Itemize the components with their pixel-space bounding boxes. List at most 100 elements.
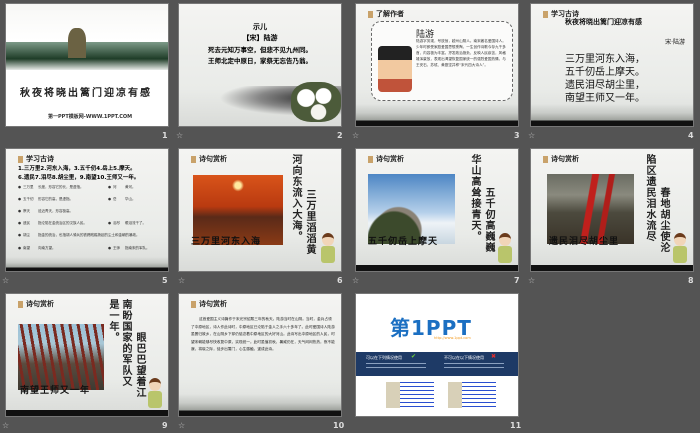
term-def: 迫近青天，形容极高。 <box>38 209 73 213</box>
mountain-peak <box>68 28 86 58</box>
cartoon-boy-image <box>671 233 689 267</box>
slide-number: 11 <box>510 421 522 430</box>
star-icon: ☆ <box>178 421 186 430</box>
slide-caption: 三万里河东入海 <box>191 237 262 247</box>
slide-thumbnail-3[interactable]: 了解作者 陆游 陆游字务观，号放翁，越州山阴人。南宋著名爱国诗人。少年时即受家庭… <box>355 3 519 127</box>
term-row: ● 摩天 迫近青天，形容极高。 <box>18 209 168 221</box>
check-icon: ✔ <box>411 353 417 360</box>
slide-header: 诗句赏析 <box>191 299 227 309</box>
banner-fineprint <box>366 363 426 370</box>
slide-number: 2 <box>337 131 343 140</box>
term: 泪尽 <box>113 221 120 225</box>
slide-thumbnail-7[interactable]: 诗句赏析 五千仞岳上摩天 五千仞高巍巍 华山高耸接青天。 <box>355 148 519 272</box>
term-def: 指沦陷在金统治区的汉族人民。 <box>38 221 87 225</box>
vertical-text: 河向东流入大海。 <box>290 154 301 242</box>
cartoon-boy-image <box>319 233 337 267</box>
poem-author: 宋·陆游 <box>665 39 685 46</box>
banner-fineprint <box>444 363 504 370</box>
army-banners-image <box>18 324 104 390</box>
slide-number: 4 <box>688 131 694 140</box>
ink-ground <box>531 104 693 126</box>
ink-ground <box>356 104 518 126</box>
term: 遗民 <box>23 221 30 225</box>
term-def: 指金的统治，也指胡人骑兵的铁蹄践踏扬起的尘土和金朝的暴政。 <box>38 233 140 237</box>
brand-url: http://www.1ppt.com <box>434 336 471 340</box>
star-icon: ☆ <box>352 131 360 140</box>
vertical-text: 华山高耸接青天。 <box>469 154 480 242</box>
vertical-text: 五千仞高巍巍 <box>483 187 494 253</box>
slide-title: 秋夜将晓出篱门迎凉有感 <box>20 88 152 99</box>
dictation-line: 1.三万里2.河东入海，3.五千仞4.岳上5.摩天。 <box>18 166 136 172</box>
poem-title: 秋夜将晓出篱门迎凉有感 <box>565 18 642 26</box>
slide-header: 诗句赏析 <box>191 154 227 164</box>
slide-number: 6 <box>337 276 343 285</box>
slide-number: 10 <box>333 421 345 430</box>
slide-thumbnail-6[interactable]: 诗句赏析 三万里河东入海 三万里滔滔黄 河向东流入大海。 <box>178 148 342 272</box>
star-icon: ☆ <box>528 131 536 140</box>
term-def: 华山。 <box>125 197 136 201</box>
term-row: ● 胡尘 指金的统治，也指胡人骑兵的铁蹄践踏扬起的尘土和金朝的暴政。 <box>18 233 168 246</box>
slide-thumbnail-1[interactable]: 秋夜将晓出篱门迎凉有感 第一PPT模板网-WWW.1PPT.COM <box>5 3 169 127</box>
qr-code-links <box>448 382 496 408</box>
poem-title: 示儿 <box>253 22 267 31</box>
vertical-text: 南盼国家的军队又 <box>120 299 131 387</box>
term-def: 眼泪流干了。 <box>125 221 146 225</box>
slide-number: 7 <box>514 276 520 285</box>
cannot-use-label: 不可以在以下情况使用 <box>444 355 484 360</box>
ink-ground <box>531 265 693 271</box>
term-row: ● 五千仞 形容它的高，是虚指。 ● 岳华山。 <box>18 197 168 209</box>
usage-banner: 可以在下列情况使用 ✔ 不可以在以下情况使用 ✖ <box>356 352 518 376</box>
author-bio: 陆游字务观，号放翁，越州山阴人。南宋著名爱国诗人。少年时即受家庭爱国思想熏陶，一… <box>416 39 506 67</box>
term: 五千仞 <box>23 197 34 201</box>
vertical-text: 三万里滔滔黄 <box>304 189 315 255</box>
slide-thumbnail-2[interactable]: 示儿 【宋】陆游 死去元知万事空，但悲不见九州同。 王师北定中原日，家祭无忘告乃… <box>178 3 342 127</box>
slide-thumbnail-5[interactable]: 学习古诗 1.三万里2.河东入海，3.五千仞4.岳上5.摩天。 6.遗民7.泪尽… <box>5 148 169 272</box>
star-icon: ☆ <box>176 131 184 140</box>
poem-line: 死去元知万事空，但悲不见九州同。 <box>208 46 312 54</box>
term: 摩天 <box>23 209 30 213</box>
slide-header: 了解作者 <box>368 9 404 19</box>
slide-header: 诗句赏析 <box>368 154 404 164</box>
slide-header: 诗句赏析 <box>543 154 579 164</box>
term: 岳 <box>113 197 117 201</box>
term-def: 长度，形容它的长，是虚指。 <box>38 185 84 189</box>
slide-caption: 遗民泪尽胡尘里 <box>549 237 620 247</box>
vertical-text: 眼巴巴望着江 <box>134 332 145 398</box>
term-def: 形容它的高，是虚指。 <box>38 197 73 201</box>
star-icon: ☆ <box>2 421 10 430</box>
slide-header: 诗句赏析 <box>18 299 54 309</box>
term: 三万里 <box>23 185 34 189</box>
term-row: ● 三万里 长度，形容它的长，是虚指。 ● 河黄河。 <box>18 185 168 197</box>
slide-thumbnail-11[interactable]: 第1PPT http://www.1ppt.com 可以在下列情况使用 ✔ 不可… <box>355 293 519 417</box>
slide-thumbnail-8[interactable]: 诗句赏析 遗民泪尽胡尘里 春地胡尘使沦 陷区遗民泪水流尽 <box>530 148 694 272</box>
slide-number: 1 <box>162 131 168 140</box>
terms-list: ● 三万里 长度，形容它的长，是虚指。 ● 河黄河。 ● 五千仞 形容它的高，是虚指。 ● 岳华… <box>18 185 168 258</box>
poem-line: 南望王师又一年。 <box>565 93 645 104</box>
slide-thumbnail-10[interactable]: 诗句赏析 这首爱国主义诗篇作于宋光宗绍熙三年的秋天。陆游当时在山阴。当时，金兵占… <box>178 293 342 417</box>
cartoon-boy-image <box>146 378 164 412</box>
term: 河 <box>113 185 117 189</box>
star-icon: ☆ <box>178 276 186 285</box>
appreciation-text: 这首爱国主义诗篇作于宋光宗绍熙三年的秋天。陆游当时在山阴。当时，金兵占领了中原地… <box>191 317 335 351</box>
slide-caption: 五千仞岳上摩天 <box>368 237 439 247</box>
qr-code-links <box>386 382 434 408</box>
ink-landscape-image <box>6 42 168 70</box>
poem-line: 王师北定中原日，家祭无忘告乃翁。 <box>208 57 312 65</box>
vertical-text: 春地胡尘使沦 <box>658 187 669 253</box>
slide-number: 9 <box>162 421 168 430</box>
lily-flowers-image <box>291 82 341 122</box>
slide-thumbnail-4[interactable]: 学习古诗 秋夜将晓出篱门迎凉有感 宋·陆游 三万里河东入海， 五千仞岳上摩天。 … <box>530 3 694 127</box>
slide-number: 3 <box>514 131 520 140</box>
star-icon: ☆ <box>528 276 536 285</box>
ink-ground <box>6 410 168 416</box>
author-portrait <box>378 46 412 92</box>
vertical-text: 陷区遗民泪水流尽 <box>644 154 655 242</box>
slide-header: 学习古诗 <box>18 154 54 164</box>
slide-footer: 第一PPT模板网-WWW.1PPT.COM <box>48 114 133 120</box>
slide-number: 5 <box>162 276 168 285</box>
slide-thumbnail-9[interactable]: 诗句赏析 南望王师又一年 眼巴巴望着江 南盼国家的军队又 是一年。 <box>5 293 169 417</box>
ink-ground <box>179 394 341 416</box>
term-row: ● 遗民 指沦陷在金统治区的汉族人民。 ● 泪尽 眼泪流干了。 <box>18 221 168 233</box>
can-use-label: 可以在下列情况使用 <box>366 355 402 360</box>
cartoon-boy-image <box>496 233 514 267</box>
